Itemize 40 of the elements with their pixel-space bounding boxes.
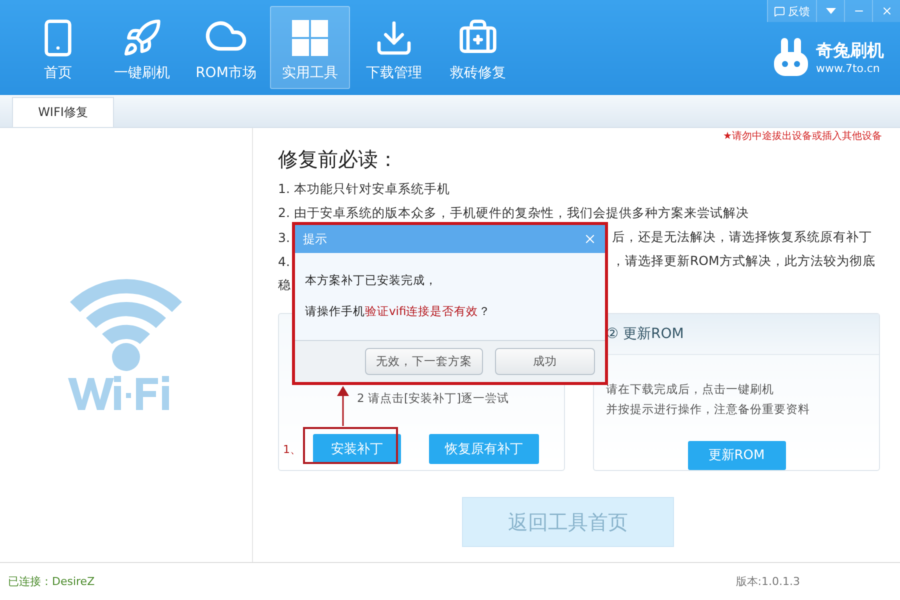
caret-icon: [826, 8, 836, 14]
note-text: 后，还是无法解决，请选择恢复系统原有补丁: [612, 228, 872, 246]
nav-button[interactable]: ROM市场: [186, 6, 266, 89]
nav-button[interactable]: 实用工具: [270, 6, 350, 89]
tab[interactable]: WIFI修复: [12, 97, 114, 127]
close-icon: [880, 5, 892, 17]
patch-button[interactable]: 恢复原有补丁: [429, 434, 539, 464]
update-rom-button[interactable]: 更新ROM: [688, 440, 786, 470]
warning-text: ★请勿中途拔出设备或插入其他设备: [723, 130, 882, 143]
note-text: 2. 由于安卓系统的版本众多，手机硬件的复杂性，我们会提供多种方案来尝试解决: [278, 204, 749, 222]
nav-button[interactable]: 首页: [18, 6, 98, 89]
dialog-message: 请操作手机验证vifi连接是否有效？: [305, 304, 492, 319]
section-heading: 修复前必读：: [278, 146, 399, 173]
card-text: 并按提示进行操作，注意备份重要资料: [605, 400, 811, 418]
annotation-arrow: [337, 386, 349, 426]
speech-bubble-icon: [774, 6, 785, 16]
dialog-title: 提示: [303, 230, 327, 248]
dialog-button[interactable]: 成功: [495, 348, 595, 375]
connection-status: 已连接：DesireZ: [8, 574, 95, 589]
note-text: 3.: [278, 230, 290, 244]
dialog-message: 本方案补丁已安装完成，: [305, 273, 438, 288]
grid-icon: [290, 18, 330, 58]
version-text: 版本:1.0.1.3: [736, 574, 800, 589]
nav-button[interactable]: 一键刷机: [102, 6, 182, 89]
note-text: 4.: [278, 254, 290, 268]
rocket-icon: [122, 18, 162, 58]
patch-button[interactable]: 安装补丁: [313, 434, 401, 464]
note-text: ，请选择更新ROM方式解决，此方法较为彻底: [612, 252, 876, 270]
nav-button[interactable]: 救砖修复: [438, 6, 518, 89]
hint-text: 2 请点击[安装补丁]逐一尝试: [356, 390, 510, 407]
card-text: 请在下载完成后，点击一键刷机: [605, 380, 775, 398]
dialog-button[interactable]: 无效，下一套方案: [365, 348, 483, 375]
note-text: 1. 本功能只针对安卓系统手机: [278, 180, 450, 198]
rabbit-logo-icon: [774, 38, 808, 76]
nav-button[interactable]: 下载管理: [354, 6, 434, 89]
logo-name: 奇兔刷机: [816, 40, 884, 62]
step-label: 1、: [283, 442, 301, 456]
note-text: 稳: [278, 276, 291, 294]
close-icon[interactable]: [583, 232, 597, 246]
logo-url: www.7to.cn: [816, 62, 881, 75]
